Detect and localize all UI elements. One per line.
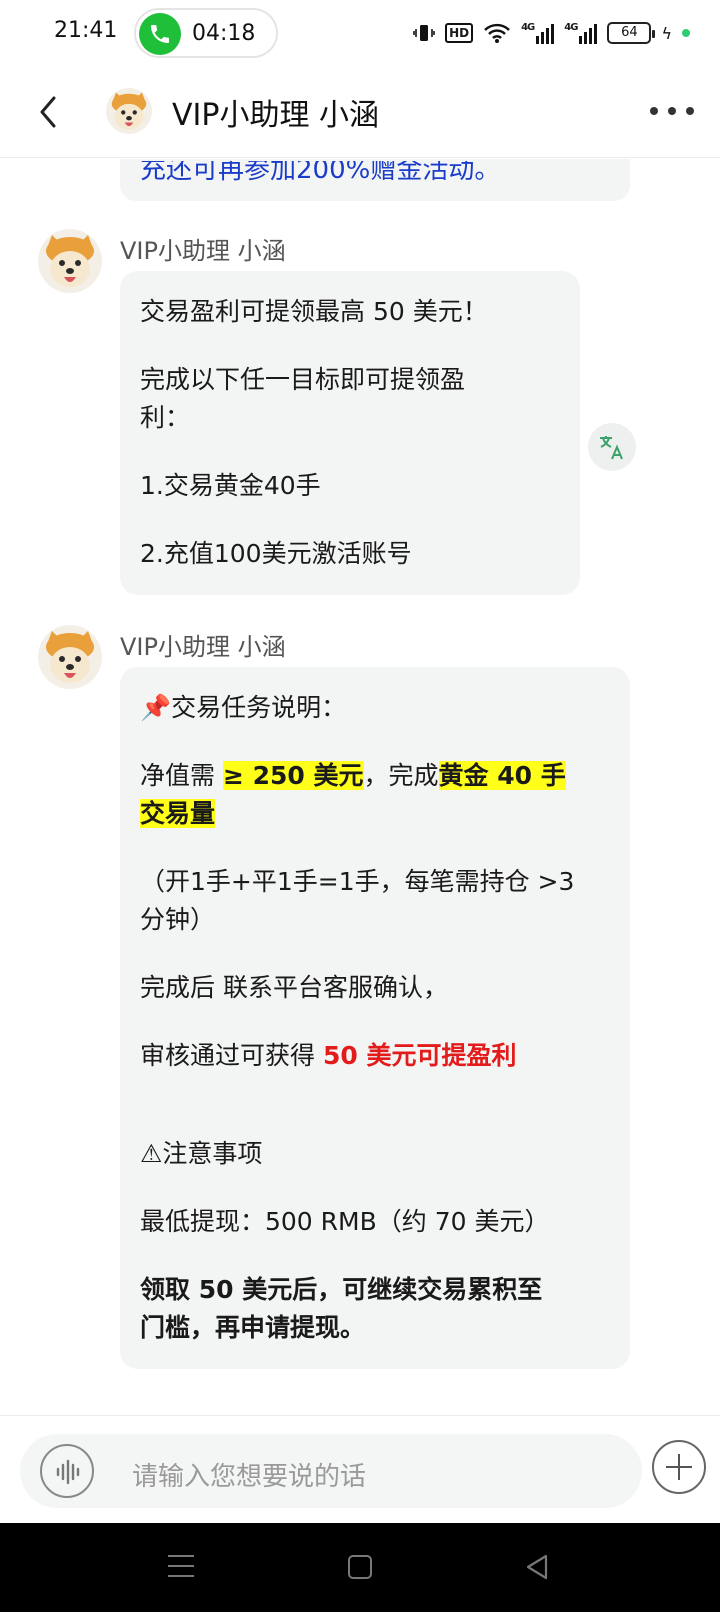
more-dot-icon [686,107,694,115]
input-bar: 请输入您想要说的话 [0,1415,720,1523]
message-line: （开1手+平1手=1手，每笔需持仓 >3 [140,867,575,896]
wifi-icon [484,23,510,43]
message-line: 净值需 ≥ 250 美元，完成黄金 40 手 [140,761,566,790]
privacy-indicator-dot [682,29,690,37]
call-duration: 04:18 [192,21,256,46]
translate-icon [600,436,623,460]
voice-wave-icon [56,1459,80,1485]
message-line: 完成后 联系平台客服确认， [140,973,448,1002]
avatar[interactable] [38,625,102,689]
chat-header: VIP小助理 小涵 [0,66,720,158]
sender-name: VIP小助理 小涵 [120,237,286,265]
vibrate-icon [413,25,435,41]
red-highlight-text: 50 美元可提盈利 [322,1041,517,1070]
add-attachment-button[interactable] [652,1440,706,1494]
avatar[interactable] [106,88,152,134]
warning-title: ⚠注意事项 [140,1139,263,1168]
more-dot-icon [650,107,658,115]
nav-back-icon[interactable] [524,1553,550,1581]
highlight-text: 交易量 [140,799,216,828]
message-line: 交易量 [140,795,610,833]
message-line: 1.交易黄金40手 [140,471,321,500]
shiba-dog-avatar-icon [38,625,102,689]
hd-icon: HD [445,23,474,43]
message-bubble[interactable]: 交易盈利可提领最高 50 美元！ 完成以下任一目标即可提领盈 利： 1.交易黄金… [120,271,580,595]
shiba-dog-avatar-icon [38,229,102,293]
message-input-container[interactable]: 请输入您想要说的话 [20,1434,642,1508]
ongoing-call-pill[interactable]: 04:18 [134,8,278,58]
signal-icon-1: 4G [521,22,555,44]
page-title: VIP小助理 小涵 [172,98,379,133]
status-time: 21:41 [54,18,118,43]
shiba-dog-avatar-icon [106,88,152,134]
message-input[interactable]: 请输入您想要说的话 [132,1456,366,1493]
highlight-text: 黄金 40 手 [438,761,566,790]
message-line: 最低提现：500 RMB（约 70 美元） [140,1207,550,1236]
message-line: 审核通过可获得 50 美元可提盈利 [140,1041,517,1070]
system-nav-bar [0,1523,720,1612]
message-bubble-previous[interactable]: 充还可再参加200%赠金活动。 [120,159,630,201]
message-line: 交易盈利可提领最高 50 美元！ [140,297,488,326]
message-bubble[interactable]: 📌交易任务说明： 净值需 ≥ 250 美元，完成黄金 40 手 交易量 （开1手… [120,667,630,1369]
task-title: 📌交易任务说明： [140,693,347,722]
message-line: 完成以下任一目标即可提领盈 [140,365,466,394]
message-text-previous: 充还可再参加200%赠金活动。 [140,161,501,183]
battery-icon: 64 [607,22,656,44]
more-options-button[interactable] [650,104,694,118]
status-bar: 21:41 04:18 HD 4G 4G 64 ϟ [0,0,720,66]
more-dot-icon [668,107,676,115]
message-line: 分钟） [140,905,216,934]
message-line: 利： [140,403,191,432]
chevron-left-icon [40,96,56,128]
highlight-text: ≥ 250 美元 [222,761,364,790]
translate-button[interactable] [588,423,636,471]
message-line: 2.充值100美元激活账号 [140,539,412,568]
recent-apps-button[interactable] [168,1555,194,1577]
chat-message-list[interactable]: 充还可再参加200%赠金活动。 VIP小助理 小涵 交易盈利可提领最高 50 美… [0,159,720,1415]
sender-name: VIP小助理 小涵 [120,633,286,661]
home-button[interactable] [348,1555,372,1579]
voice-input-button[interactable] [40,1444,94,1498]
status-icons: HD 4G 4G 64 ϟ [413,18,690,48]
avatar[interactable] [38,229,102,293]
message-line: 门槛，再申请提现。 [140,1313,366,1342]
charging-icon: ϟ [661,23,672,43]
message-line: 领取 50 美元后，可继续交易累积至 [140,1275,543,1304]
signal-icon-2: 4G [564,22,598,44]
phone-icon [139,13,181,55]
back-button[interactable] [30,90,70,134]
